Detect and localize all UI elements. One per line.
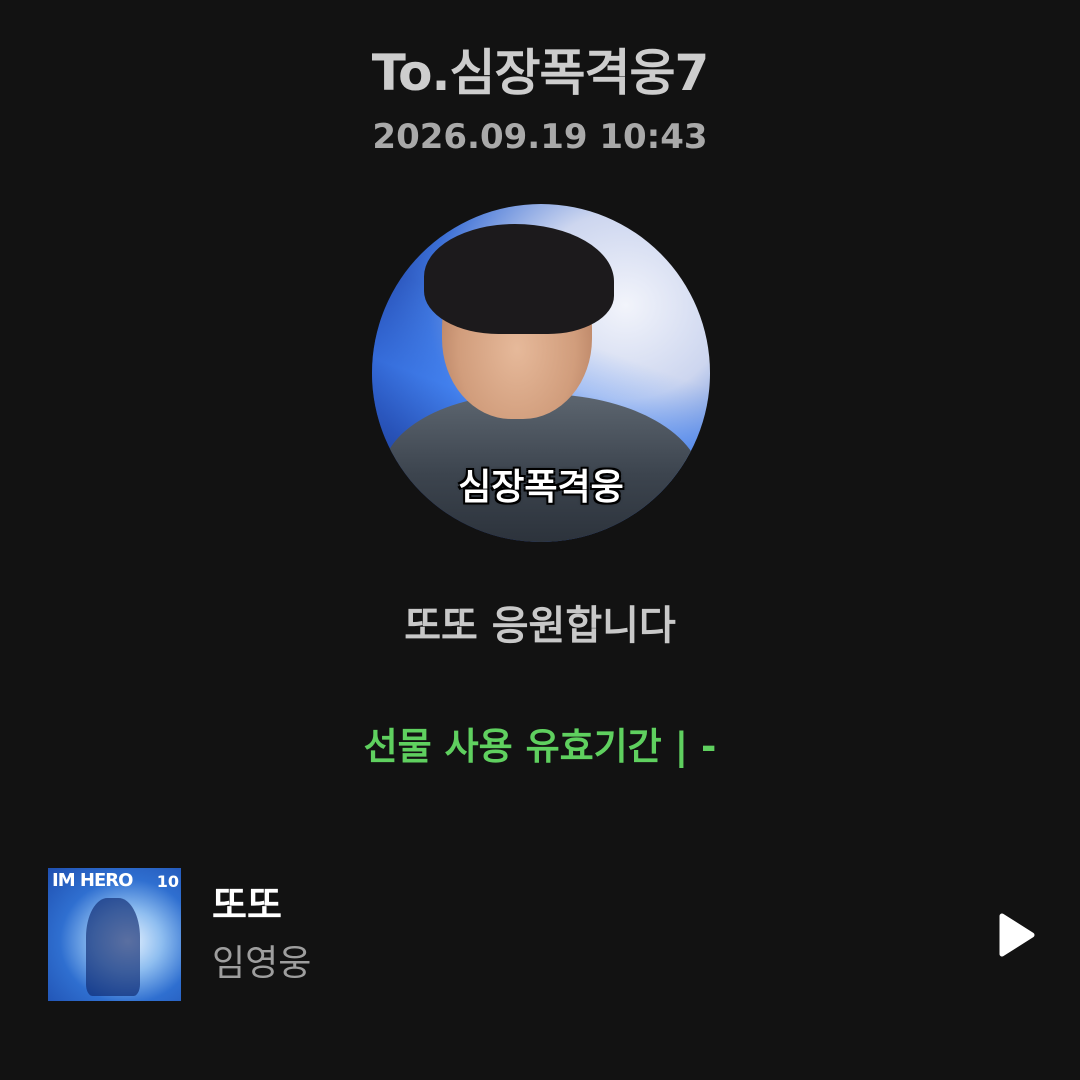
- track-artist: 임영웅: [212, 943, 312, 984]
- track-item[interactable]: IM HERO 10 또또 임영웅: [48, 868, 1048, 1001]
- album-art: IM HERO 10: [48, 868, 181, 1001]
- profile-avatar: 심장폭격웅: [372, 204, 710, 542]
- gift-header: To.심장폭격웅7 2026.09.19 10:43: [0, 48, 1080, 154]
- gift-validity-period: 선물 사용 유효기간 | -: [363, 725, 717, 768]
- avatar-caption: 심장폭격웅: [458, 467, 624, 508]
- album-art-figure: [86, 898, 140, 996]
- album-art-logo: IM HERO: [52, 870, 133, 891]
- gift-message: 또또 응원합니다: [404, 603, 676, 649]
- track-title: 또또: [212, 883, 282, 927]
- avatar-figure-hair: [424, 224, 614, 334]
- gift-timestamp: 2026.09.19 10:43: [372, 117, 708, 157]
- play-icon: [999, 913, 1035, 957]
- album-art-number: 10: [156, 872, 179, 891]
- play-button[interactable]: [996, 912, 1036, 958]
- recipient-title: To.심장폭격웅7: [371, 44, 710, 102]
